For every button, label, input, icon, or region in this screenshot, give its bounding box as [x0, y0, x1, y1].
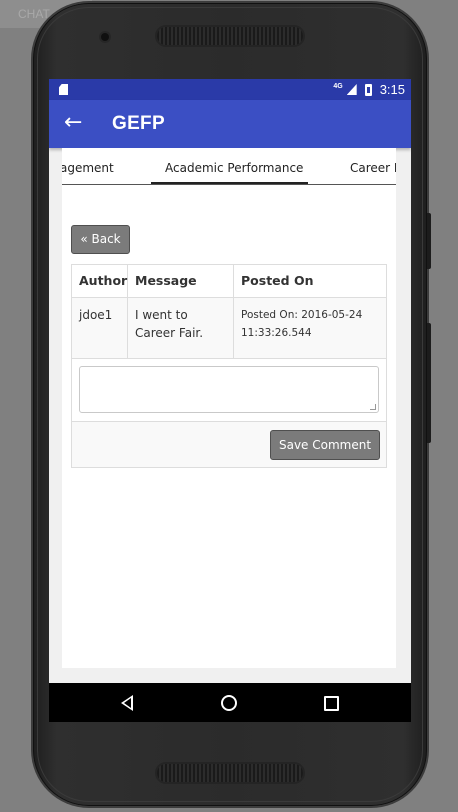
arrow-left-icon[interactable]: ←	[64, 111, 82, 135]
cell-author: jdoe1	[72, 298, 128, 358]
tab-strip: agement Academic Performance Career F	[62, 148, 396, 190]
screen: 4G 3:15 ← GEFP agement Academic Performa…	[49, 79, 411, 722]
app-title: GEFP	[112, 113, 165, 134]
header-posted-on: Posted On	[241, 273, 314, 288]
tab-career[interactable]: Career F	[350, 161, 396, 175]
top-speaker	[157, 27, 303, 45]
tab-active-indicator	[151, 182, 308, 184]
app-bar: ← GEFP	[49, 100, 411, 148]
tab-academic-performance[interactable]: Academic Performance	[165, 161, 303, 175]
table-row: jdoe1 I went to Career Fair. Posted On: …	[72, 298, 386, 359]
circle-home-icon[interactable]	[221, 695, 237, 711]
table-header: Author Message Posted On	[72, 265, 386, 298]
comment-textarea[interactable]	[79, 366, 379, 413]
save-row: Save Comment	[72, 422, 386, 467]
header-message: Message	[128, 265, 234, 297]
signal-icon	[346, 84, 357, 95]
network-type: 4G	[333, 83, 343, 90]
bottom-speaker	[157, 764, 303, 782]
square-recent-icon[interactable]	[324, 696, 339, 711]
save-comment-button[interactable]: Save Comment	[270, 430, 380, 460]
sd-card-icon	[59, 84, 68, 95]
status-time: 3:15	[379, 82, 405, 97]
power-button	[427, 323, 431, 443]
tab-divider	[62, 184, 396, 185]
status-icons: 4G 3:15	[333, 79, 405, 100]
triangle-back-icon[interactable]	[121, 695, 133, 711]
system-nav-bar	[49, 683, 411, 722]
battery-icon	[364, 83, 372, 96]
phone-frame: 4G 3:15 ← GEFP agement Academic Performa…	[33, 3, 431, 806]
status-bar: 4G 3:15	[49, 79, 411, 100]
header-author: Author	[72, 265, 128, 297]
main-content: agement Academic Performance Career F « …	[62, 148, 396, 668]
cell-posted-on: Posted On: 2016-05-24 11:33:26.544	[241, 309, 363, 339]
comment-area	[72, 359, 386, 422]
comments-table: Author Message Posted On jdoe1 I went to…	[71, 264, 387, 468]
cell-message: I went to Career Fair.	[128, 298, 234, 358]
volume-button	[427, 213, 431, 269]
front-camera	[101, 33, 109, 41]
back-button[interactable]: « Back	[71, 225, 130, 254]
tab-engagement[interactable]: agement	[62, 161, 114, 175]
